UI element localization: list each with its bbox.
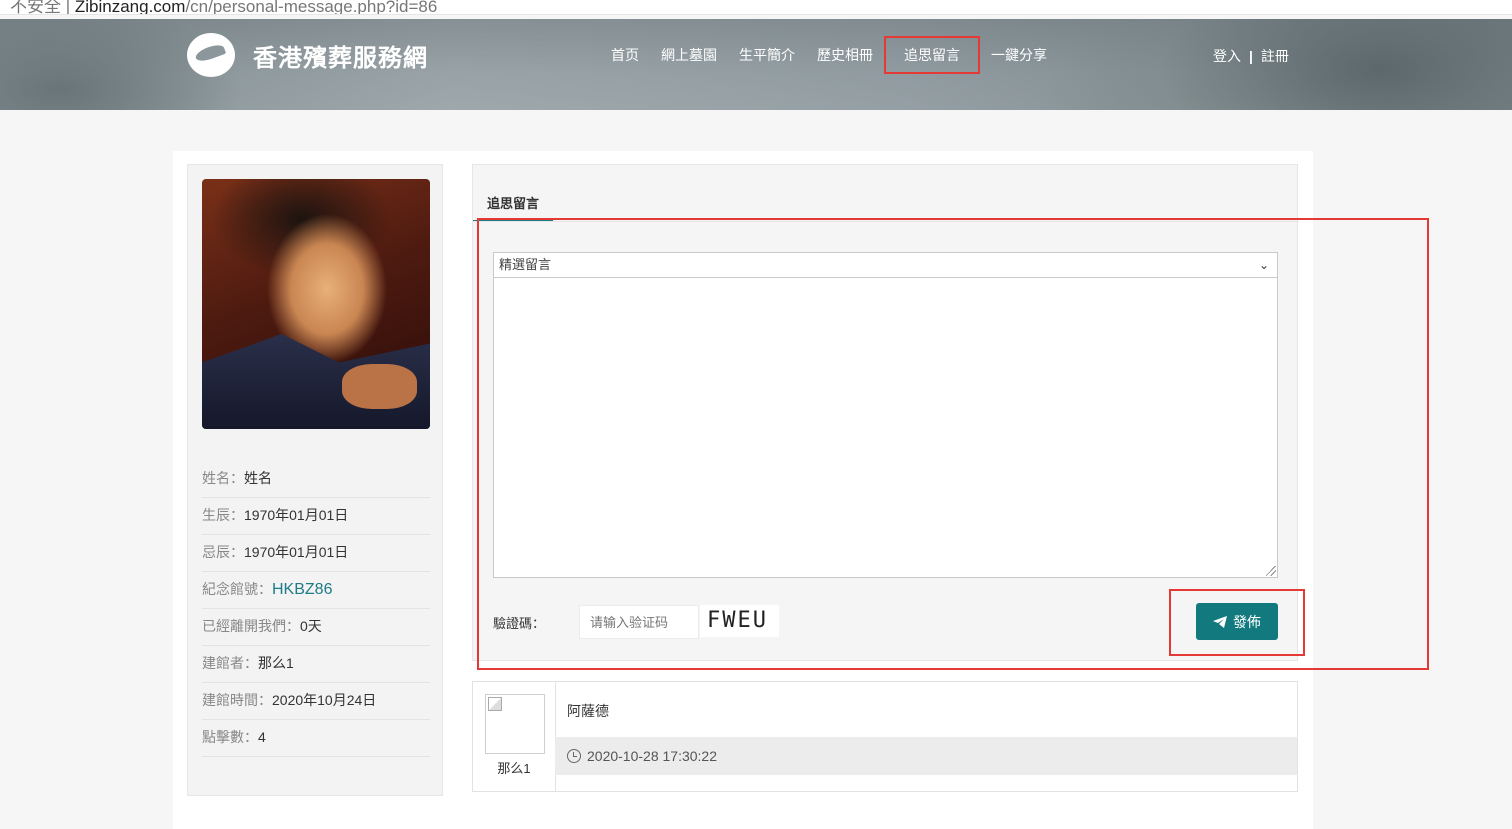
profile-field-created-at: 建館時間：2020年10月24日: [202, 683, 430, 720]
main-nav: 首页 網上墓園 生平簡介 歷史相冊 追思留言 一鍵分享: [600, 36, 1058, 74]
profile-panel: 姓名：姓名 生辰：1970年01月01日 忌辰：1970年01月01日 紀念館號…: [187, 164, 443, 796]
publish-button[interactable]: 發佈: [1196, 603, 1278, 640]
login-link[interactable]: 登入: [1213, 48, 1241, 64]
nav-item-cemetery[interactable]: 網上墓園: [650, 44, 728, 74]
publish-label: 發佈: [1233, 613, 1261, 630]
nav-item-biography[interactable]: 生平簡介: [728, 44, 806, 74]
profile-info-list: 姓名：姓名 生辰：1970年01月01日 忌辰：1970年01月01日 紀念館號…: [202, 461, 430, 757]
comment-meta: 2020-10-28 17:30:22: [555, 737, 1297, 775]
site-logo[interactable]: 香港殯葬服務網: [187, 33, 428, 77]
nav-item-share[interactable]: 一鍵分享: [980, 44, 1058, 74]
captcha-input[interactable]: [579, 605, 699, 639]
site-title: 香港殯葬服務網: [253, 44, 428, 72]
comment-text: 阿薩德: [567, 703, 609, 719]
avatar: [485, 694, 545, 754]
message-panel: 追思留言 精選留言 ⌄ 驗證碼： FWEU 發佈: [472, 164, 1299, 661]
comment-author-column: 那么1: [473, 682, 556, 791]
comment-author: 那么1: [497, 761, 531, 776]
nav-item-home[interactable]: 首页: [600, 44, 650, 74]
resize-handle-icon[interactable]: [1266, 566, 1276, 576]
url-text: 不安全 | Zibinzang.com/cn/personal-message.…: [10, 0, 438, 15]
captcha-image[interactable]: FWEU: [700, 605, 779, 637]
profile-field-creator: 建館者：那么1: [202, 646, 430, 683]
comment-time: 2020-10-28 17:30:22: [587, 748, 717, 764]
auth-links: 登入 | 註冊: [1213, 46, 1289, 66]
tab-divider: [473, 221, 1299, 222]
browser-url-bar[interactable]: 不安全 | Zibinzang.com/cn/personal-message.…: [0, 0, 1512, 15]
chevron-down-icon: ⌄: [1258, 258, 1269, 272]
profile-field-birth: 生辰：1970年01月01日: [202, 498, 430, 535]
site-header: 香港殯葬服務網 首页 網上墓園 生平簡介 歷史相冊 追思留言 一鍵分享 登入 | 註…: [0, 19, 1512, 110]
select-value: 精選留言: [499, 257, 552, 272]
clock-icon: [567, 749, 581, 763]
profile-field-clicks: 點擊數：4: [202, 720, 430, 757]
nav-item-album[interactable]: 歷史相冊: [806, 44, 884, 74]
profile-field-name: 姓名：姓名: [202, 461, 430, 498]
paper-plane-icon: [1213, 615, 1227, 628]
nav-item-messages[interactable]: 追思留言: [884, 36, 980, 74]
crane-logo-icon: [187, 33, 235, 77]
profile-field-days-gone: 已經離開我們：0天: [202, 609, 430, 646]
tab-messages[interactable]: 追思留言: [473, 193, 553, 222]
message-textarea[interactable]: [493, 278, 1278, 578]
auth-separator: |: [1249, 48, 1253, 64]
captcha-label: 驗證碼：: [493, 616, 546, 631]
message-template-select[interactable]: 精選留言 ⌄: [493, 252, 1278, 278]
portrait-photo: [202, 179, 430, 429]
register-link[interactable]: 註冊: [1261, 48, 1289, 64]
comment-card: 那么1 阿薩德 2020-10-28 17:30:22: [472, 681, 1298, 792]
profile-field-memorial-id: 紀念館號：HKBZ86: [202, 572, 430, 609]
profile-field-death: 忌辰：1970年01月01日: [202, 535, 430, 572]
